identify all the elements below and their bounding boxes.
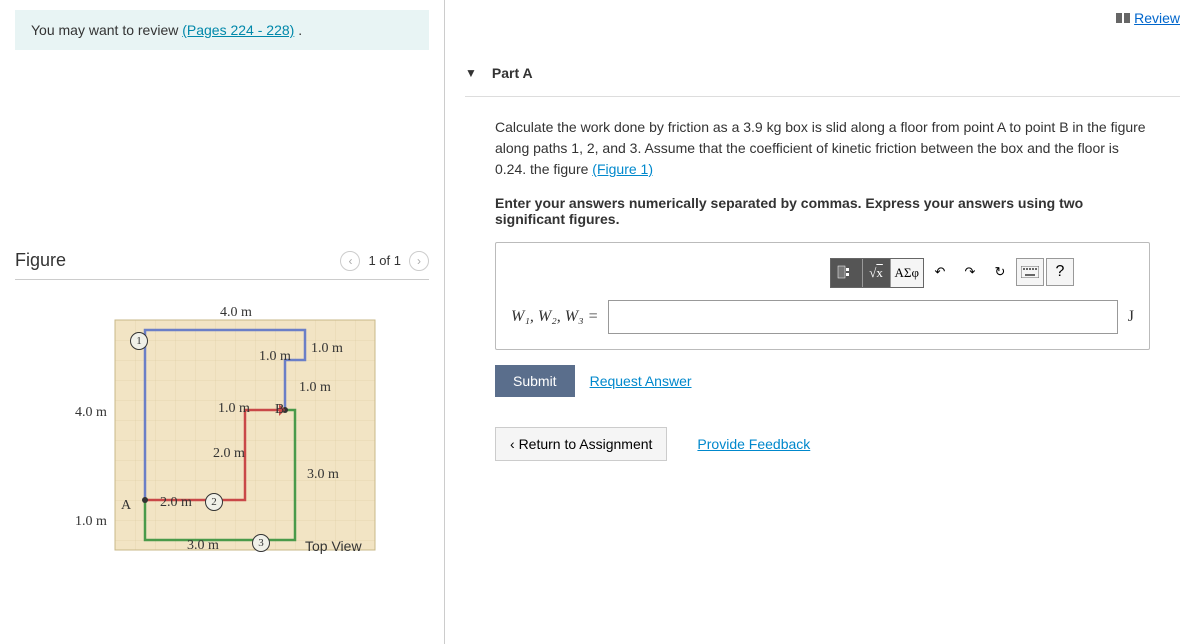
point-b-label: B bbox=[275, 402, 284, 418]
right-panel: Review ▼ Part A Calculate the work done … bbox=[445, 0, 1200, 644]
dim-label: 2.0 m bbox=[213, 446, 245, 462]
templates-button[interactable] bbox=[831, 259, 863, 287]
part-header[interactable]: ▼ Part A bbox=[465, 50, 1180, 97]
redo-button[interactable]: ↷ bbox=[956, 258, 984, 286]
figure-next-button[interactable]: › bbox=[409, 251, 429, 271]
figure-header: Figure ‹ 1 of 1 › bbox=[15, 250, 429, 280]
point-a-label: A bbox=[121, 498, 131, 514]
figure-prev-button[interactable]: ‹ bbox=[340, 251, 360, 271]
figure-diagram: 4.0 m 4.0 m 1 2 3 1.0 m 1.0 m 1.0 m 1.0 … bbox=[75, 300, 385, 560]
review-link[interactable]: Review bbox=[1116, 10, 1180, 26]
left-panel: You may want to review (Pages 224 - 228)… bbox=[0, 0, 445, 644]
figure-nav: ‹ 1 of 1 › bbox=[340, 251, 429, 271]
figure-counter: 1 of 1 bbox=[368, 253, 401, 268]
dim-label: 4.0 m bbox=[75, 405, 107, 421]
format-group: √x ΑΣφ bbox=[830, 258, 924, 288]
figure-caption: Top View bbox=[305, 538, 362, 554]
collapse-icon: ▼ bbox=[465, 66, 477, 80]
dim-label: 1.0 m bbox=[75, 514, 107, 530]
dim-label: 1.0 m bbox=[299, 380, 331, 396]
hint-prefix: You may want to review bbox=[31, 22, 182, 38]
hint-box: You may want to review (Pages 224 - 228)… bbox=[15, 10, 429, 50]
dim-label: 4.0 m bbox=[220, 305, 252, 321]
path-3-label: 3 bbox=[252, 534, 270, 552]
answer-row: W₁, W₂, W₃ = J bbox=[511, 300, 1134, 334]
submit-button[interactable]: Submit bbox=[495, 365, 575, 397]
dim-label: 3.0 m bbox=[307, 467, 339, 483]
figure-link[interactable]: (Figure 1) bbox=[592, 161, 653, 177]
dim-label: 3.0 m bbox=[187, 538, 219, 554]
bottom-row: ‹ Return to Assignment Provide Feedback bbox=[495, 427, 1150, 461]
path-1-label: 1 bbox=[130, 332, 148, 350]
answer-box: √x ΑΣφ ↶ ↷ ↻ ? W₁, W₂, W₃ = J bbox=[495, 242, 1150, 350]
reset-button[interactable]: ↻ bbox=[986, 258, 1014, 286]
submit-row: Submit Request Answer bbox=[495, 365, 1150, 397]
chevron-left-icon: ‹ bbox=[510, 436, 519, 452]
keyboard-button[interactable] bbox=[1016, 258, 1044, 286]
answer-label: W₁, W₂, W₃ = bbox=[511, 308, 598, 326]
part-title: Part A bbox=[492, 65, 533, 81]
figure-title: Figure bbox=[15, 250, 66, 271]
pages-link[interactable]: (Pages 224 - 228) bbox=[182, 22, 294, 38]
feedback-link[interactable]: Provide Feedback bbox=[697, 436, 810, 452]
answer-input[interactable] bbox=[608, 300, 1117, 334]
figure-svg bbox=[75, 300, 415, 570]
hint-suffix: . bbox=[294, 22, 302, 38]
dim-label: 1.0 m bbox=[259, 349, 291, 365]
dim-label: 1.0 m bbox=[218, 401, 250, 417]
dim-label: 2.0 m bbox=[160, 495, 192, 511]
request-answer-link[interactable]: Request Answer bbox=[590, 373, 692, 389]
figure-section: Figure ‹ 1 of 1 › bbox=[15, 250, 429, 560]
question-text: Calculate the work done by friction as a… bbox=[495, 117, 1150, 180]
instruction-text: Enter your answers numerically separated… bbox=[495, 195, 1150, 227]
undo-button[interactable]: ↶ bbox=[926, 258, 954, 286]
toolbar: √x ΑΣφ ↶ ↷ ↻ ? bbox=[511, 258, 1134, 288]
dim-label: 1.0 m bbox=[311, 341, 343, 357]
return-button[interactable]: ‹ Return to Assignment bbox=[495, 427, 667, 461]
symbols-button[interactable]: ΑΣφ bbox=[891, 259, 923, 287]
review-icon bbox=[1116, 13, 1130, 23]
unit-label: J bbox=[1128, 308, 1134, 326]
sqrt-button[interactable]: √x bbox=[863, 259, 891, 287]
path-2-label: 2 bbox=[205, 493, 223, 511]
help-button[interactable]: ? bbox=[1046, 258, 1074, 286]
keyboard-icon bbox=[1021, 266, 1039, 278]
